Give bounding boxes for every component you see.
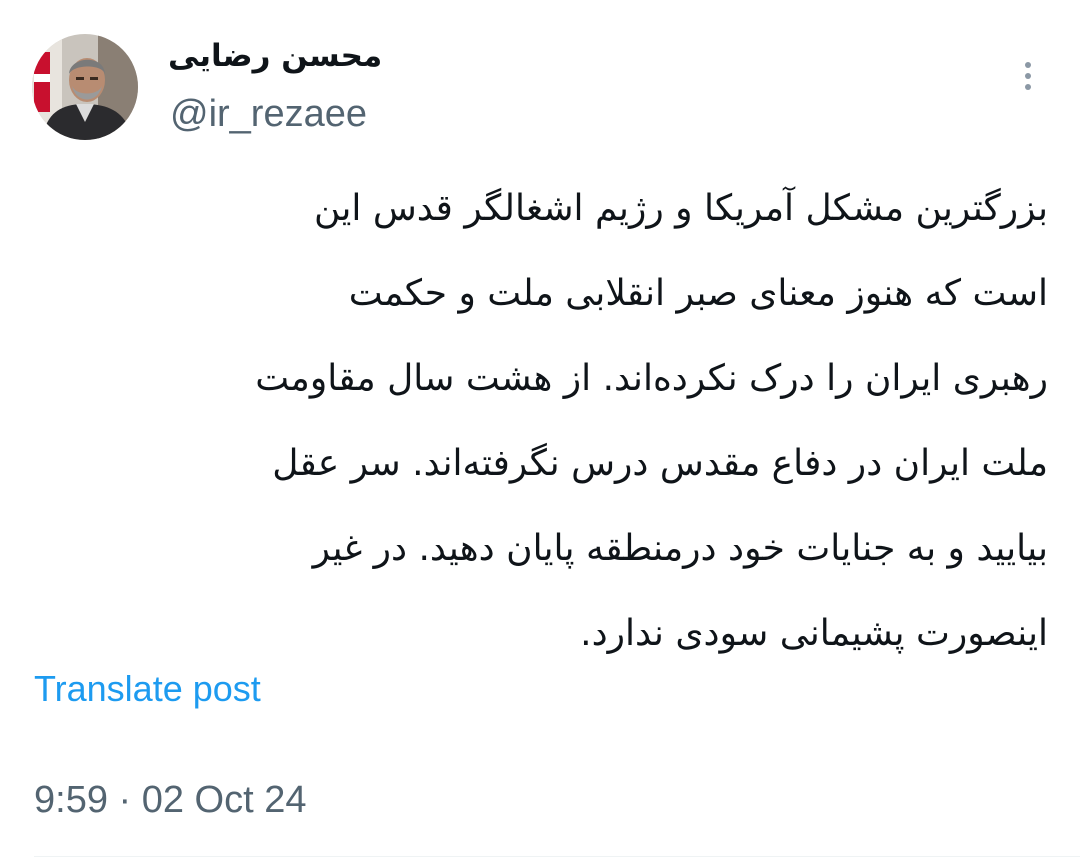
avatar[interactable] (32, 34, 138, 140)
more-vertical-icon[interactable] (1012, 56, 1044, 96)
post-text-line: رهبری ایران را درک نکرده‌اند. از هشت سال… (255, 358, 1048, 399)
divider (34, 856, 1080, 857)
more-dot (1025, 62, 1031, 68)
post-text-line: است که هنوز معنای صبر انقلابی ملت و حکمت (348, 273, 1048, 314)
translate-post-link[interactable]: Translate post (34, 666, 261, 712)
post-text-line: ملت ایران در دفاع مقدس درس نگرفته‌اند. س… (272, 443, 1048, 484)
user-handle[interactable]: @ir_rezaee (170, 90, 367, 138)
post-text-line: بزرگترین مشکل آمریکا و رژیم اشغالگر قدس … (313, 188, 1048, 229)
post-text-line: بیایید و به جنایات خود درمنطقه پایان دهی… (312, 528, 1048, 569)
more-dot (1025, 84, 1031, 90)
display-name[interactable]: محسن رضایی (168, 34, 382, 78)
more-dot (1025, 73, 1031, 79)
post-timestamp[interactable]: 9:59 · 02 Oct 24 (34, 776, 307, 824)
post-text-line: اینصورت پشیمانی سودی ندارد. (580, 613, 1048, 654)
post-text: بزرگترین مشکل آمریکا و رژیم اشغالگر قدس … (34, 166, 1048, 676)
avatar-photo (32, 34, 138, 140)
